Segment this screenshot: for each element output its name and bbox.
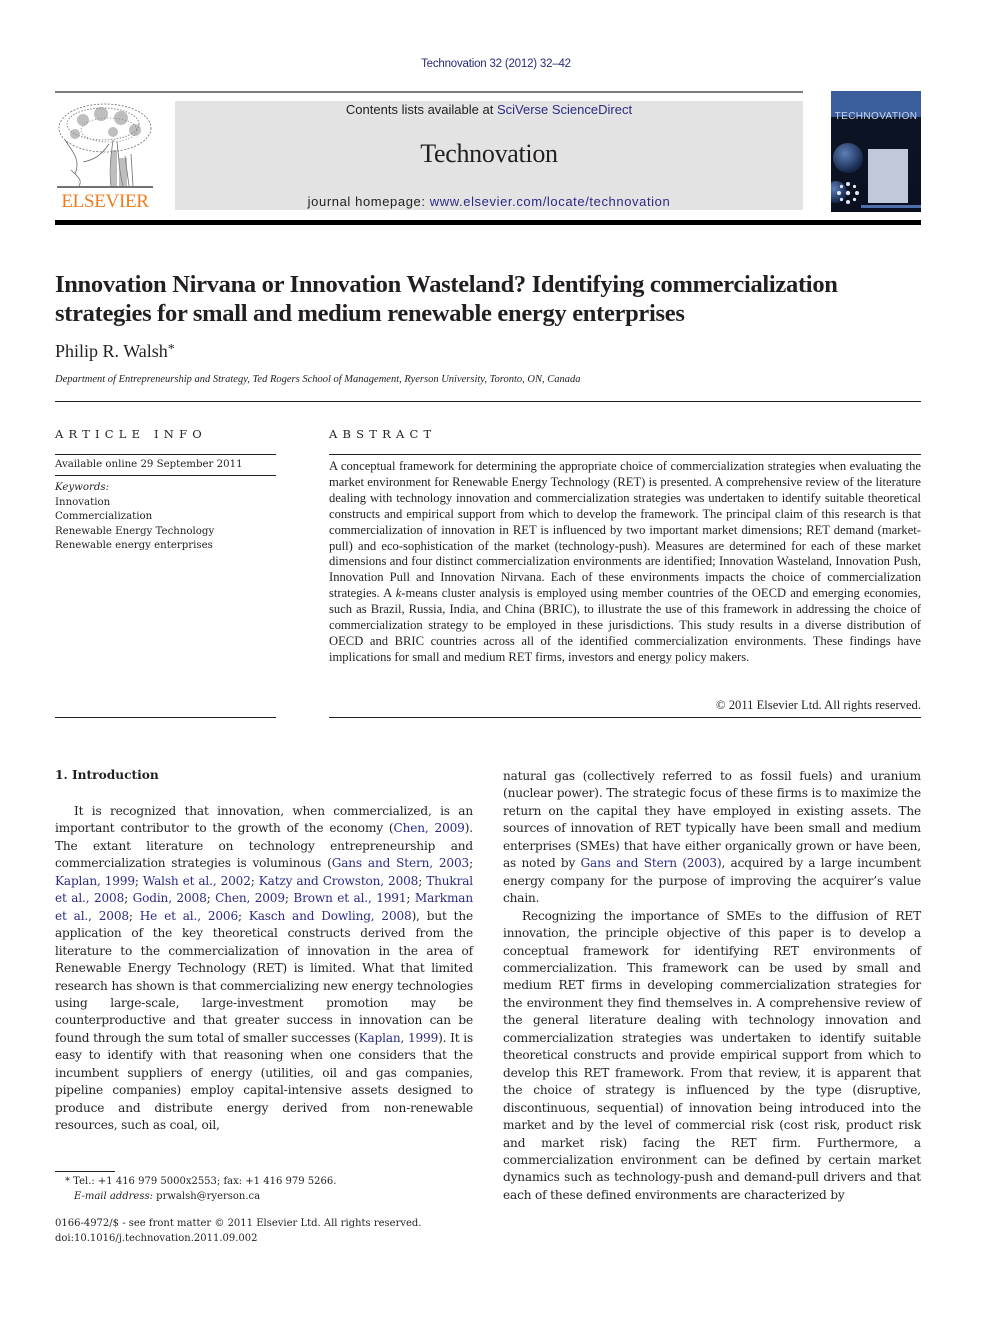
cover-dots-icon <box>837 182 859 204</box>
header-thick-rule <box>55 220 921 225</box>
cover-orb <box>833 143 863 173</box>
keyword-item: Renewable Energy Technology <box>55 525 215 537</box>
email-label: E-mail address: <box>74 1191 153 1202</box>
citation-link[interactable]: Katzy and Crowston, 2008 <box>259 874 419 888</box>
keywords-label: Keywords: <box>55 482 110 493</box>
body-text: ; <box>134 873 143 888</box>
footnote-rule <box>55 1171 115 1172</box>
body-text: ), but the application of the key theore… <box>55 908 473 1045</box>
keyword-item: Renewable energy enterprises <box>55 540 213 551</box>
intro-paragraph: Recognizing the importance of SMEs to th… <box>503 908 921 1202</box>
intro-paragraph-continued: natural gas (collectively referred to as… <box>503 768 921 908</box>
contents-prefix: Contents lists available at <box>345 102 497 117</box>
article-title: Innovation Nirvana or Innovation Wastela… <box>55 271 838 327</box>
keyword-item: Commercialization <box>55 511 153 522</box>
citation-link[interactable]: Brown et al., 1991 <box>293 891 406 905</box>
body-text: ; <box>250 873 259 888</box>
citation-link[interactable]: Chen, 2009 <box>215 891 285 905</box>
email-address[interactable]: prwalsh@ryerson.ca <box>156 1191 260 1202</box>
author-footnote-mark[interactable]: * <box>168 342 175 357</box>
citation-link[interactable]: He et al., 2006 <box>140 909 238 923</box>
elsevier-wordmark: ELSEVIER <box>61 191 149 212</box>
citation-link[interactable]: Gans and Stern, 2003 <box>332 856 470 870</box>
divider <box>329 454 921 455</box>
available-online: Available online 29 September 2011 <box>55 459 243 470</box>
header-rule <box>55 91 803 93</box>
journal-homepage-link[interactable]: www.elsevier.com/locate/technovation <box>430 194 671 209</box>
citation-link[interactable]: Walsh et al., 2002 <box>143 874 251 888</box>
intro-paragraph: It is recognized that innovation, when c… <box>55 803 473 1135</box>
body-text: ; <box>238 908 249 923</box>
divider <box>55 454 276 455</box>
divider <box>329 717 921 718</box>
doi[interactable]: doi:10.1016/j.technovation.2011.09.002 <box>55 1231 422 1246</box>
keywords-block: Keywords: Innovation Commercialization R… <box>55 481 214 554</box>
body-text: ; <box>418 873 427 888</box>
abstract-text-part: A conceptual framework for determining t… <box>329 459 921 601</box>
citation-link[interactable]: Chen, 2009 <box>393 821 464 835</box>
cover-title: TECHNOVATION <box>834 111 918 122</box>
section-heading-introduction: 1. Introduction <box>55 768 159 782</box>
article-info-heading: ARTICLE INFO <box>55 427 207 441</box>
cover-contents-box <box>868 149 908 203</box>
contents-line: Contents lists available at SciVerse Sci… <box>175 102 803 117</box>
journal-cover-thumbnail[interactable]: TECHNOVATION <box>831 91 921 212</box>
keyword-item: Innovation <box>55 496 111 508</box>
journal-name: Technovation <box>420 139 558 168</box>
sciencedirect-link[interactable]: SciVerse ScienceDirect <box>497 102 632 117</box>
homepage-line: journal homepage: www.elsevier.com/locat… <box>175 194 803 209</box>
body-text: ). It is easy to identify with that reas… <box>55 1030 474 1133</box>
citation-link[interactable]: Kaplan, 1999 <box>359 1031 439 1045</box>
homepage-prefix: journal homepage: <box>307 194 430 209</box>
divider <box>55 475 276 476</box>
footnote-phone-fax: * Tel.: +1 416 979 5000x2553; fax: +1 41… <box>65 1176 337 1187</box>
author-name-text[interactable]: Philip R. Walsh <box>55 341 168 361</box>
elsevier-logo[interactable]: ELSEVIER <box>53 100 157 212</box>
abstract-heading: ABSTRACT <box>329 427 437 441</box>
body-text: ; <box>206 891 216 906</box>
author-name: Philip R. Walsh* <box>55 341 175 362</box>
journal-citation[interactable]: Technovation 32 (2012) 32–42 <box>0 58 992 70</box>
citation-link[interactable]: Kaplan, 1999 <box>55 874 135 888</box>
body-column-left: It is recognized that innovation, when c… <box>55 803 473 1135</box>
author-footnote: * Tel.: +1 416 979 5000x2553; fax: +1 41… <box>55 1174 336 1204</box>
divider <box>55 717 276 718</box>
footnote-email-line: E-mail address: prwalsh@ryerson.ca <box>65 1189 336 1204</box>
elsevier-tree-icon <box>57 103 153 188</box>
divider <box>55 401 921 402</box>
issn-copyright: 0166-4972/$ - see front matter © 2011 El… <box>55 1218 422 1229</box>
citation-link[interactable]: Godin, 2008 <box>133 891 207 905</box>
body-text: ; <box>124 891 133 906</box>
body-text: ; <box>406 891 415 906</box>
journal-masthead: Contents lists available at SciVerse Sci… <box>175 101 803 210</box>
abstract-text: A conceptual framework for determining t… <box>329 459 921 666</box>
body-text: ; <box>469 856 474 871</box>
body-column-right: natural gas (collectively referred to as… <box>503 768 921 1204</box>
citation-link[interactable]: Gans and Stern (2003) <box>581 856 722 870</box>
abstract-text-part: -means cluster analysis is employed usin… <box>329 586 921 664</box>
abstract-copyright: © 2011 Elsevier Ltd. All rights reserved… <box>716 698 921 712</box>
front-matter: 0166-4972/$ - see front matter © 2011 El… <box>55 1216 422 1246</box>
citation-link[interactable]: Kasch and Dowling, 2008 <box>249 909 412 923</box>
cover-stripe <box>861 205 921 208</box>
body-text: ; <box>128 908 140 923</box>
author-affiliation: Department of Entrepreneurship and Strat… <box>55 374 581 385</box>
